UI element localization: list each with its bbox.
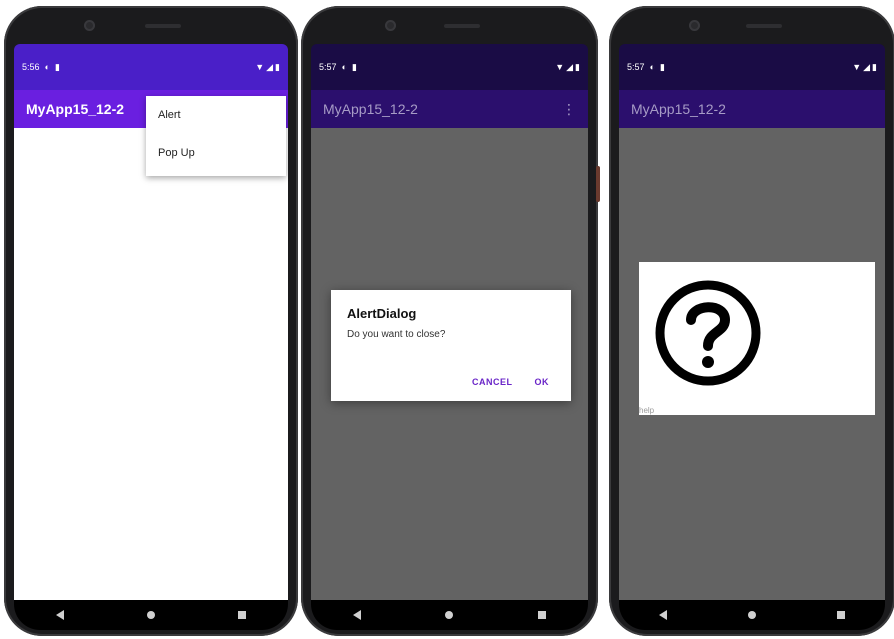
speaker-grille xyxy=(746,24,782,28)
app-title: MyApp15_12-2 xyxy=(26,101,125,117)
options-menu: Alert Pop Up xyxy=(146,96,286,176)
phone-3: 5:57 ◐ ▮ ▼ ◢ ▮ MyApp15_12-2 help xyxy=(609,6,894,636)
ok-button[interactable]: OK xyxy=(535,377,550,387)
phone-2: 5:57 ◐ ▮ ▼ ◢ ▮ MyApp15_12-2 ⋮ AlertDialo… xyxy=(301,6,600,636)
cancel-button[interactable]: CANCEL xyxy=(472,377,513,387)
sd-card-icon: ▮ xyxy=(54,61,60,72)
recents-icon[interactable] xyxy=(537,611,546,619)
speaker-grille xyxy=(443,24,480,28)
front-camera xyxy=(84,20,95,31)
home-icon[interactable] xyxy=(445,611,454,619)
app-title: MyApp15_12-2 xyxy=(323,101,418,117)
front-camera xyxy=(385,20,396,31)
screen: 5:56 ◐ ▮ ▼ ◢ ▮ MyApp15_12-2 Alert Pop Up xyxy=(14,44,288,602)
screen: 5:57 ◐ ▮ ▼ ◢ ▮ MyApp15_12-2 ⋮ AlertDialo… xyxy=(311,44,588,602)
menu-item-alert[interactable]: Alert xyxy=(146,96,286,134)
status-bar: 5:57 ◐ ▮ ▼ ◢ ▮ xyxy=(311,44,588,90)
alert-dialog: AlertDialog Do you want to close? CANCEL… xyxy=(331,290,571,401)
battery-icon: ▮ xyxy=(575,61,580,72)
dialog-message: Do you want to close? xyxy=(347,329,446,340)
wifi-icon: ▼ xyxy=(255,62,265,72)
content-area xyxy=(14,128,288,602)
sd-card-icon: ▮ xyxy=(659,61,665,72)
screen: 5:57 ◐ ▮ ▼ ◢ ▮ MyApp15_12-2 help xyxy=(619,44,885,602)
status-time: 5:57 xyxy=(627,62,645,72)
back-icon[interactable] xyxy=(659,610,668,620)
menu-item-pop-up[interactable]: Pop Up xyxy=(146,134,286,172)
app-bar: MyApp15_12-2 xyxy=(619,90,885,128)
status-bar: 5:57 ◐ ▮ ▼ ◢ ▮ xyxy=(619,44,885,90)
scrim-overlay: help xyxy=(619,128,885,602)
status-time: 5:57 xyxy=(319,62,337,72)
wifi-icon: ▼ xyxy=(555,62,565,72)
scrim-overlay: AlertDialog Do you want to close? CANCEL… xyxy=(311,128,588,602)
status-bar: 5:56 ◐ ▮ ▼ ◢ ▮ xyxy=(14,44,288,90)
home-icon[interactable] xyxy=(146,611,155,619)
recents-icon[interactable] xyxy=(836,611,845,619)
app-bar: MyApp15_12-2 ⋮ xyxy=(311,90,588,128)
battery-icon: ▮ xyxy=(872,61,877,72)
phone-1: 5:56 ◐ ▮ ▼ ◢ ▮ MyApp15_12-2 Alert Pop Up xyxy=(4,6,298,636)
signal-icon: ◢ xyxy=(863,61,871,72)
data-saver-icon: ◐ xyxy=(649,62,655,72)
app-title: MyApp15_12-2 xyxy=(631,101,726,117)
back-icon[interactable] xyxy=(353,610,362,620)
popup-window: help xyxy=(639,262,875,415)
back-icon[interactable] xyxy=(55,610,64,620)
popup-caption: help xyxy=(639,406,655,415)
more-vert-icon[interactable]: ⋮ xyxy=(562,101,576,118)
power-button xyxy=(596,166,600,202)
sd-card-icon: ▮ xyxy=(351,61,357,72)
navigation-bar xyxy=(14,600,288,630)
navigation-bar xyxy=(619,600,885,630)
data-saver-icon: ◐ xyxy=(341,62,347,72)
status-time: 5:56 xyxy=(22,62,40,72)
help-circle-icon xyxy=(655,280,761,386)
dialog-title: AlertDialog xyxy=(347,306,417,321)
front-camera xyxy=(689,20,700,31)
home-icon[interactable] xyxy=(747,611,756,619)
navigation-bar xyxy=(311,600,588,630)
battery-icon: ▮ xyxy=(275,61,280,72)
signal-icon: ◢ xyxy=(266,61,274,72)
wifi-icon: ▼ xyxy=(852,62,862,72)
recents-icon[interactable] xyxy=(238,611,247,619)
speaker-grille xyxy=(145,24,181,28)
signal-icon: ◢ xyxy=(566,61,574,72)
data-saver-icon: ◐ xyxy=(44,62,50,72)
